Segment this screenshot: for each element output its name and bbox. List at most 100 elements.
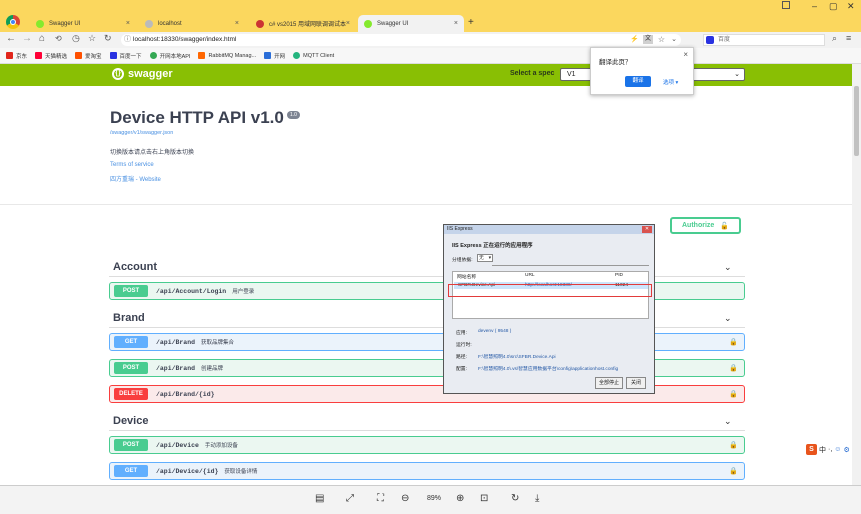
operation-summary: 获取设备详情 — [224, 469, 258, 475]
minimize-button[interactable]: – — [812, 1, 817, 11]
menu-icon[interactable]: ≡ — [846, 33, 851, 43]
method-badge: POST — [114, 439, 148, 451]
bookmark-item[interactable]: 开网 — [264, 52, 285, 60]
app-label: 应用: — [456, 331, 467, 336]
ime-indicator[interactable]: S 中 ·, ☺ ⚙ — [806, 443, 850, 456]
bookmark-item[interactable]: MQTT Client — [293, 52, 334, 59]
section-brand[interactable]: Brand — [113, 312, 145, 324]
chevron-down-icon[interactable]: ⌄ — [671, 34, 677, 46]
history-icon[interactable]: ◷ — [72, 33, 80, 44]
app-value[interactable]: devenv ( 9548 ) — [478, 329, 511, 334]
tab-swagger-2[interactable]: Swagger UI × — [358, 15, 464, 32]
emoji-icon[interactable]: ☺ — [834, 446, 841, 453]
search-placeholder: 百度 — [718, 37, 731, 43]
scrollbar-thumb[interactable] — [854, 86, 859, 156]
chevron-down-icon[interactable]: ⌄ — [724, 416, 732, 427]
tab-localhost[interactable]: localhost × — [139, 15, 245, 32]
image-viewer-toolbar: ▤ ⤢ ⛶ ⊖ 89% ⊕ ⊡ ↻ ⤓ — [0, 485, 861, 514]
new-tab-button[interactable]: + — [468, 17, 474, 28]
bookmark-item[interactable]: RabbitMQ Manag... — [198, 52, 256, 59]
lock-icon[interactable]: 🔒 — [729, 390, 738, 398]
close-button[interactable]: 关闭 — [626, 377, 646, 389]
history-back-icon[interactable]: ⟲ — [55, 34, 62, 43]
operation-path: /api/Brand — [156, 338, 196, 346]
swagger-json-link[interactable]: /swagger/v1/swagger.json — [110, 130, 173, 136]
bookmark-item[interactable]: 百度一下 — [109, 52, 142, 60]
bookmark-icon — [75, 52, 83, 59]
browser-logo-icon — [6, 15, 20, 29]
config-value[interactable]: F:\智慧照明4.0\.vs\智慧应用数据平台\config\applicati… — [478, 365, 652, 372]
chevron-down-icon[interactable]: ⌄ — [724, 262, 732, 273]
operation-get-device-id[interactable]: GET /api/Device/{id} 获取设备详情 🔒 — [109, 462, 745, 480]
close-icon[interactable]: × — [346, 20, 350, 27]
close-icon[interactable]: × — [235, 20, 239, 27]
group-by-select[interactable]: 无 ▾ — [477, 254, 493, 262]
star-icon[interactable]: ☆ — [658, 34, 665, 46]
tab-article[interactable]: c# vs2015 用域网联调调试本地项目... × — [250, 15, 356, 32]
swagger-favicon-icon — [364, 19, 372, 28]
favorites-icon[interactable]: ☆ — [88, 33, 96, 44]
chevron-down-icon: ⌄ — [734, 71, 740, 78]
bookmark-item[interactable]: 开网本地API — [149, 52, 190, 60]
chevron-down-icon[interactable]: ⌄ — [724, 313, 732, 324]
tab-label: localhost — [158, 20, 182, 27]
bookmark-icon — [264, 52, 272, 59]
operation-post-device[interactable]: POST /api/Device 手动添加设备 🔒 — [109, 436, 745, 454]
section-account[interactable]: Account — [113, 261, 157, 273]
lock-icon[interactable]: 🔒 — [729, 338, 738, 346]
tab-swagger-1[interactable]: Swagger UI × — [30, 15, 136, 32]
lightning-icon[interactable]: ⚡ — [630, 34, 639, 46]
lock-icon[interactable]: 🔒 — [729, 441, 738, 449]
operation-path: /api/Device — [156, 441, 199, 449]
bookmark-item[interactable]: 爱淘宝 — [75, 52, 102, 60]
bookmark-item[interactable]: 京东 — [6, 52, 27, 60]
thumbnail-icon[interactable]: ▤ — [315, 493, 324, 504]
rotate-icon[interactable]: ↻ — [511, 493, 519, 504]
lock-icon[interactable]: 🔒 — [729, 364, 738, 372]
zoom-in-icon[interactable]: ⊕ — [456, 493, 464, 504]
zoom-out-icon[interactable]: ⊖ — [401, 493, 409, 504]
page-scrollbar[interactable] — [852, 64, 861, 485]
operation-path: /api/Brand — [156, 364, 196, 372]
close-window-button[interactable]: ✕ — [847, 1, 855, 12]
sogou-icon: S — [806, 444, 817, 455]
spec-label: Select a spec — [510, 70, 555, 77]
reload-icon[interactable]: ↻ — [104, 33, 112, 44]
swagger-logo[interactable]: {} swagger — [112, 68, 173, 80]
download-icon[interactable]: ⤓ — [535, 493, 539, 504]
close-icon[interactable]: × — [683, 50, 688, 59]
terms-link[interactable]: Terms of service — [110, 162, 154, 168]
translate-button[interactable]: 翻译 — [625, 76, 651, 87]
maximize-button[interactable]: ▢ — [829, 1, 838, 12]
stop-all-button[interactable]: 全部停止 — [595, 377, 623, 389]
path-value[interactable]: F:\智慧照明4.0\src\SFBR.Device.Api — [478, 353, 556, 360]
iis-express-dialog: IIS Express ✕ IIS Express 正在运行的应用程序 分组依据… — [443, 224, 655, 394]
lock-icon[interactable]: 🔒 — [729, 467, 738, 475]
csdn-favicon-icon — [256, 19, 264, 28]
translate-options-button[interactable]: 选项 ▾ — [663, 78, 678, 86]
swagger-brand: swagger — [128, 68, 173, 80]
translate-icon[interactable]: 文 — [643, 35, 653, 44]
website-link[interactable]: 四方重瑞 - Website — [110, 174, 161, 183]
section-device[interactable]: Device — [113, 415, 148, 427]
authorize-button[interactable]: Authorize 🔓 — [670, 217, 741, 234]
crop-icon[interactable]: ⛶ — [377, 493, 384, 504]
operation-path: /api/Account/Login — [156, 287, 227, 295]
bookmark-item[interactable]: 天猫精选 — [35, 52, 67, 60]
search-icon[interactable]: ⌕ — [832, 33, 837, 44]
search-input[interactable]: 百度 — [703, 34, 825, 46]
close-icon[interactable]: × — [126, 20, 130, 27]
close-icon[interactable]: × — [454, 20, 458, 27]
fit-screen-icon[interactable]: ⤢ — [346, 493, 354, 504]
swagger-topbar: {} swagger Select a spec V1 ⌄ — [0, 64, 852, 86]
close-icon[interactable]: ✕ — [642, 226, 652, 233]
settings-icon[interactable]: ⚙ — [843, 446, 849, 454]
forward-icon[interactable]: → — [22, 33, 32, 44]
chevron-down-icon: ▾ — [488, 256, 491, 261]
actual-size-icon[interactable]: ⊡ — [480, 493, 488, 504]
back-icon[interactable]: ← — [6, 33, 16, 44]
method-badge: DELETE — [114, 388, 148, 400]
user-icon[interactable] — [782, 1, 790, 9]
url-input[interactable]: ⓘ localhost:18330/swagger/index.html ⚡ 文… — [121, 34, 681, 46]
home-icon[interactable]: ⌂ — [39, 33, 45, 44]
